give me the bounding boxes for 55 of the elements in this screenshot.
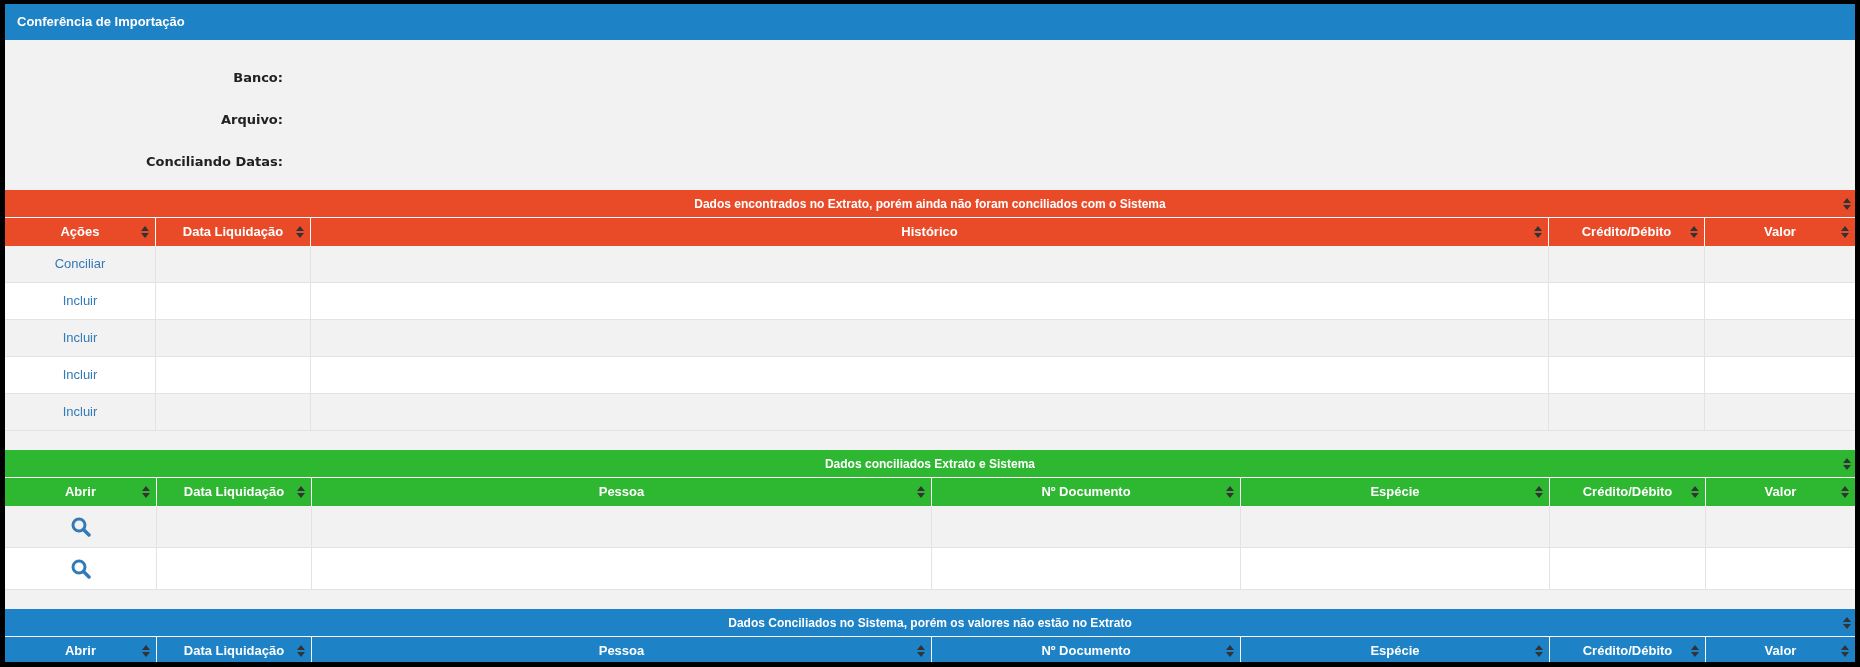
sort-icon[interactable] xyxy=(1841,645,1849,657)
search-icon[interactable] xyxy=(70,558,91,579)
column-header[interactable]: Data Liquidação xyxy=(156,637,311,662)
sort-icon[interactable] xyxy=(1843,198,1851,210)
sort-icon[interactable] xyxy=(1841,226,1849,238)
sort-icon[interactable] xyxy=(1843,458,1851,470)
column-header[interactable]: Crédito/Débito xyxy=(1549,637,1705,662)
column-header[interactable]: Abrir xyxy=(5,637,156,662)
column-header[interactable]: Espécie xyxy=(1240,637,1549,662)
sort-icon[interactable] xyxy=(1226,645,1234,657)
column-header[interactable]: Data Liquidação xyxy=(155,218,310,246)
column-header[interactable]: Histórico xyxy=(310,218,1548,246)
sort-icon[interactable] xyxy=(1226,486,1234,498)
window-title: Conferência de Importação xyxy=(17,13,185,32)
sort-icon[interactable] xyxy=(297,645,305,657)
action-link[interactable]: Incluir xyxy=(62,365,98,385)
sort-icon[interactable] xyxy=(142,645,150,657)
section-title: Dados conciliados Extrato e Sistema xyxy=(824,455,1036,473)
column-header[interactable]: Valor xyxy=(1704,218,1855,246)
action-link[interactable]: Incluir xyxy=(62,402,98,422)
sort-icon[interactable] xyxy=(1841,486,1849,498)
action-link[interactable]: Conciliar xyxy=(54,254,106,274)
sort-icon[interactable] xyxy=(1534,226,1542,238)
field-label: Arquivo: xyxy=(219,111,283,130)
action-link[interactable]: Incluir xyxy=(62,328,98,348)
section-title: Dados Conciliados no Sistema, porém os valores não estão no Extrato xyxy=(728,614,1132,632)
column-header[interactable]: Abrir xyxy=(5,478,156,506)
column-header[interactable]: Ações xyxy=(5,218,155,246)
sort-icon[interactable] xyxy=(297,486,305,498)
column-header[interactable]: Nº Documento xyxy=(931,637,1240,662)
field-label: Conciliando Datas: xyxy=(144,153,283,172)
action-link[interactable]: Incluir xyxy=(62,291,98,311)
column-header[interactable]: Valor xyxy=(1705,478,1855,506)
sort-icon[interactable] xyxy=(917,486,925,498)
sort-icon[interactable] xyxy=(142,486,150,498)
column-header[interactable]: Valor xyxy=(1705,637,1855,662)
sort-icon[interactable] xyxy=(296,226,304,238)
sort-icon[interactable] xyxy=(1535,486,1543,498)
column-header[interactable]: Data Liquidação xyxy=(156,478,311,506)
sort-icon[interactable] xyxy=(1535,645,1543,657)
search-icon[interactable] xyxy=(70,516,91,537)
column-header[interactable]: Crédito/Débito xyxy=(1549,478,1705,506)
section-title: Dados encontrados no Extrato, porém ainda não foram conciliados com o Sistema xyxy=(694,195,1166,213)
column-header[interactable]: Nº Documento xyxy=(931,478,1240,506)
column-header[interactable]: Pessoa xyxy=(311,637,931,662)
sort-icon[interactable] xyxy=(1690,226,1698,238)
column-header[interactable]: Espécie xyxy=(1240,478,1549,506)
column-header[interactable]: Crédito/Débito xyxy=(1548,218,1704,246)
sort-icon[interactable] xyxy=(917,645,925,657)
sort-icon[interactable] xyxy=(1691,645,1699,657)
sort-icon[interactable] xyxy=(141,226,149,238)
sort-icon[interactable] xyxy=(1843,617,1851,629)
field-label: Banco: xyxy=(232,69,283,88)
column-header[interactable]: Pessoa xyxy=(311,478,931,506)
sort-icon[interactable] xyxy=(1691,486,1699,498)
